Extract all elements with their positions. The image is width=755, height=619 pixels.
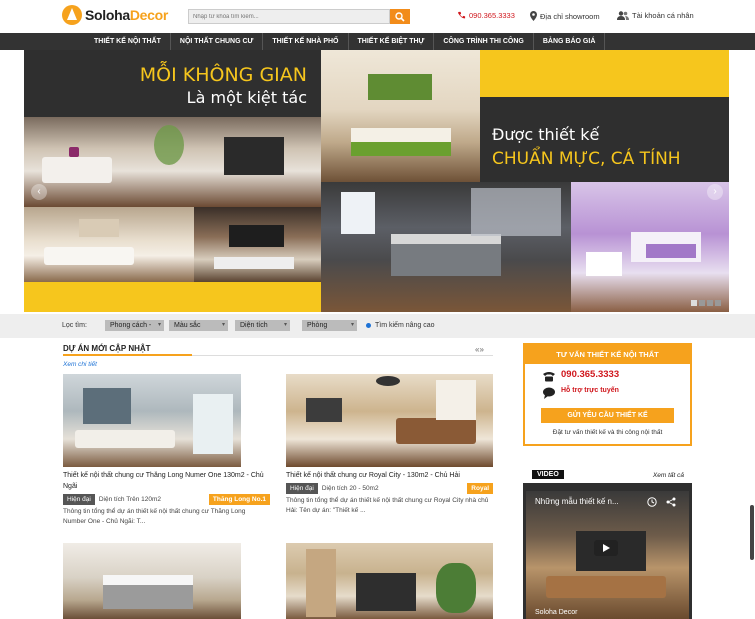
showroom-link[interactable]: Địa chỉ showroom [530, 11, 600, 21]
video-channel: Soloha Decor [535, 609, 578, 616]
see-all-videos-link[interactable]: Xem tất cả [653, 472, 684, 479]
banner-dot-4[interactable] [715, 300, 721, 306]
banner-text-box-left: MỖI KHÔNG GIAN Là một kiệt tác [24, 50, 321, 117]
section-nav-arrows[interactable]: «» [475, 345, 484, 354]
play-button[interactable] [594, 540, 618, 556]
clock-icon[interactable] [647, 497, 657, 507]
consult-phone[interactable]: 090.365.3333 [561, 369, 619, 380]
section-title: DỰ ÁN MỚI CẬP NHẬT [63, 344, 151, 353]
banner-text-box-right: Được thiết kế CHUẨN MỰC, CÁ TÍNH [480, 97, 729, 182]
banner-photo-lounge [24, 207, 194, 282]
project-card[interactable] [286, 543, 493, 619]
showroom-label: Địa chỉ showroom [540, 11, 600, 21]
phone-icon [457, 11, 466, 19]
hotline-number: 090.365.3333 [469, 11, 515, 20]
project-meta: Hiện đại Diện tích 20 - 50m2 Royal [286, 483, 493, 494]
banner-prev-button[interactable]: ‹ [31, 184, 47, 200]
video-widget: Xem tất cả VIDEO Những mẫu thiết kế n...… [523, 467, 692, 619]
account-link[interactable]: Tài khoản cá nhân [617, 11, 694, 20]
banner-line-1: MỖI KHÔNG GIAN [139, 64, 307, 86]
page-scrollbar[interactable] [750, 505, 754, 560]
logo[interactable]: SolohaDecor [62, 5, 168, 25]
style-badge[interactable]: Hiện đại [286, 483, 318, 494]
search-input[interactable] [188, 9, 390, 24]
banner-photo-bedroom-dark [321, 182, 571, 312]
banner-line-2: Là một kiệt tác [186, 88, 307, 107]
area-label: Diện tích Trên 120m2 [98, 496, 162, 503]
project-title[interactable]: Thiết kế nội thất chung cư Royal City - … [286, 470, 493, 481]
project-card[interactable]: Thiết kế nội thất chung cư Royal City - … [286, 374, 493, 516]
project-meta: Hiện đại Diện tích Trên 120m2 Thăng Long… [63, 494, 270, 505]
share-icon[interactable] [666, 497, 676, 507]
search-bar [188, 9, 410, 24]
project-card[interactable]: Thiết kế nội thất chung cư Thăng Long Nu… [63, 374, 270, 527]
banner-yellow-block-bottom [24, 282, 321, 312]
filter-style-select[interactable]: Phong cách - [105, 320, 164, 331]
bullet-icon [366, 323, 371, 328]
project-description: Thông tin tổng thể dự án thiết kế nội th… [286, 497, 489, 514]
consult-heading: TƯ VẤN THIẾT KẾ NỘI THẤT [525, 345, 690, 364]
search-button[interactable] [390, 9, 410, 24]
filter-area-select[interactable]: Diện tích [235, 320, 290, 331]
project-badge[interactable]: Thăng Long No.1 [208, 494, 270, 505]
project-thumbnail[interactable] [286, 374, 493, 467]
banner-photo-tv-room [194, 207, 321, 282]
banner-pagination [691, 300, 721, 306]
users-icon [617, 11, 629, 20]
banner-dot-2[interactable] [699, 300, 705, 306]
logo-text-decor: Decor [129, 7, 169, 23]
consult-note: Đặt tư vấn thiết kế và thi công nội thất [552, 429, 663, 436]
project-badge[interactable]: Royal [467, 483, 493, 494]
logo-text-soloha: Soloha [85, 7, 130, 23]
chat-icon [543, 387, 555, 399]
online-support-link[interactable]: Hỗ trợ trực tuyến [561, 387, 619, 394]
filter-label: Lọc tìm: [62, 322, 87, 329]
banner-dot-1[interactable] [691, 300, 697, 306]
advanced-search-label: Tìm kiếm nâng cao [375, 322, 435, 329]
style-badge[interactable]: Hiện đại [63, 494, 95, 505]
site-header: SolohaDecor 090.365.3333 Địa chỉ showroo… [0, 0, 755, 33]
nav-item-apartment[interactable]: Nội thất chung cư [171, 33, 264, 50]
project-thumbnail[interactable] [63, 543, 241, 619]
video-tag: VIDEO [532, 470, 564, 479]
section-divider-accent [63, 354, 192, 356]
area-label: Diện tích 20 - 50m2 [321, 485, 379, 492]
banner-line-3: Được thiết kế [492, 125, 600, 144]
logo-icon [62, 5, 82, 25]
main-nav: Thiết kế nội thất Nội thất chung cư Thiế… [0, 33, 755, 50]
phone-icon [543, 372, 555, 382]
account-label: Tài khoản cá nhân [632, 11, 694, 20]
project-thumbnail[interactable] [63, 374, 241, 467]
project-card[interactable] [63, 543, 270, 619]
project-thumbnail[interactable] [286, 543, 493, 619]
nav-item-townhouse[interactable]: Thiết kế nhà phố [263, 33, 349, 50]
project-description: Thông tin tổng thể dự án thiết kế nội th… [63, 508, 246, 525]
banner-photo-bedroom-green [321, 50, 480, 182]
filter-room-select[interactable]: Phòng [302, 320, 357, 331]
nav-item-construction[interactable]: Công trình thi công [434, 33, 534, 50]
nav-item-villa[interactable]: Thiết kế biệt thự [349, 33, 435, 50]
nav-item-interior-design[interactable]: Thiết kế nội thất [85, 33, 171, 50]
filter-color-select[interactable]: Màu sắc [169, 320, 228, 331]
video-title[interactable]: Những mẫu thiết kế n... [535, 497, 619, 506]
hotline-link[interactable]: 090.365.3333 [457, 11, 515, 20]
banner-line-4: CHUẨN MỰC, CÁ TÍNH [492, 149, 681, 169]
banner-photo-living-room [24, 117, 321, 207]
banner-photo-kids-room [571, 182, 729, 312]
consult-box: TƯ VẤN THIẾT KẾ NỘI THẤT 090.365.3333 Hỗ… [523, 343, 692, 446]
project-title[interactable]: Thiết kế nội thất chung cư Thăng Long Nu… [63, 470, 270, 492]
banner-next-button[interactable]: › [707, 184, 723, 200]
filter-bar: Lọc tìm: Phong cách - Màu sắc Diện tích … [0, 314, 755, 338]
hero-banner[interactable]: MỖI KHÔNG GIAN Là một kiệt tác Được thiế… [24, 50, 729, 312]
map-pin-icon [530, 11, 537, 21]
see-detail-link[interactable]: Xem chi tiết [63, 361, 97, 368]
nav-item-pricing[interactable]: Bảng báo giá [534, 33, 606, 50]
banner-yellow-block [480, 50, 729, 97]
advanced-search-link[interactable]: Tìm kiếm nâng cao [366, 322, 435, 329]
banner-dot-3[interactable] [707, 300, 713, 306]
request-design-button[interactable]: GỬI YÊU CẦU THIẾT KẾ [541, 408, 674, 423]
search-icon [395, 11, 405, 22]
